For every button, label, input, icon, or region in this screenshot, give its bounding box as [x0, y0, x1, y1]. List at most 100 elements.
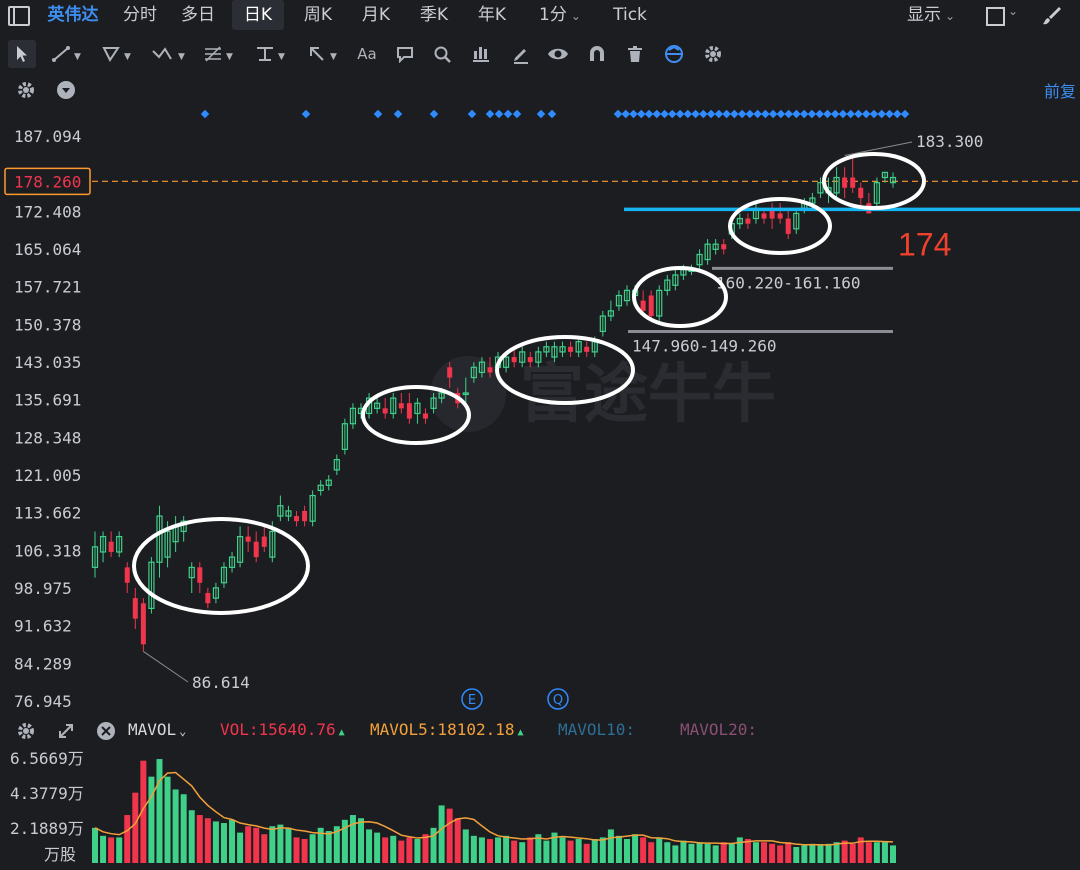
mavol20-value: MAVOL20:	[680, 720, 758, 739]
fib-tool-icon[interactable]: ▼	[198, 40, 238, 68]
display-menu[interactable]: 显示 ⌄	[894, 0, 968, 30]
tab-weekly-k[interactable]: 周K	[292, 0, 344, 30]
volume-bar	[704, 843, 711, 863]
gear-icon[interactable]	[700, 40, 726, 68]
event-marker	[683, 109, 693, 119]
magnet-icon[interactable]	[584, 40, 610, 68]
volume-bar	[736, 837, 743, 863]
tab-quarterly-k[interactable]: 季K	[408, 0, 460, 30]
event-badge-label: E	[468, 693, 476, 708]
event-marker	[613, 109, 623, 119]
expand-icon[interactable]	[56, 721, 76, 741]
tab-tick[interactable]: Tick	[604, 0, 656, 30]
collapse-icon[interactable]	[56, 80, 76, 100]
volume-unit-label: 万股	[44, 845, 76, 864]
event-marker	[854, 109, 863, 119]
drawing-toolbar: ▼ ▼ ▼ ▼ ▼ ▼ Aa	[0, 36, 1080, 72]
chevron-down-icon: ⌄	[570, 9, 581, 23]
volume-bar	[237, 832, 244, 863]
event-marker	[652, 109, 662, 119]
up-arrow-icon: ▲	[517, 727, 524, 738]
event-marker	[503, 109, 513, 119]
indicator-select[interactable]: MAVOL ⌄	[128, 720, 186, 739]
polygon-tool-icon[interactable]: ▼	[96, 40, 136, 68]
candle-body	[406, 403, 412, 419]
level-annotation: 174	[898, 226, 951, 262]
candle-body	[527, 357, 533, 363]
sync-icon[interactable]	[660, 40, 688, 68]
price-tick-label: 150.378	[14, 315, 81, 334]
stock-name[interactable]: 英伟达	[42, 0, 104, 30]
volume-bar	[881, 842, 888, 863]
volume-bar	[229, 819, 236, 863]
tab-multiday[interactable]: 多日	[172, 0, 224, 30]
mavol5-value: MAVOL5:18102.18 ▲	[370, 720, 524, 739]
close-icon[interactable]	[96, 721, 116, 741]
tab-1min[interactable]: 1分 ⌄	[528, 0, 592, 30]
kline-chart[interactable]: 富途牛牛 187.094 172.408 165.064 157.721 150.378 1…	[0, 104, 1080, 716]
mavol10-value: MAVOL10:	[558, 720, 636, 739]
volume-bar	[793, 847, 800, 863]
volume-bar	[543, 840, 550, 863]
price-tick-label: 91.632	[14, 617, 72, 636]
price-tick-label: 98.975	[14, 579, 72, 598]
layout-menu[interactable]: ⌄	[984, 4, 1024, 26]
volume-bar	[696, 842, 703, 863]
pen-icon[interactable]	[508, 40, 534, 68]
panel-toggle-icon[interactable]	[8, 6, 30, 26]
event-marker	[512, 109, 522, 119]
volume-bar	[414, 839, 421, 863]
event-marker	[877, 109, 886, 119]
text-tool-icon[interactable]: Aa	[352, 40, 382, 68]
event-marker	[675, 109, 685, 119]
tab-daily-k[interactable]: 日K	[232, 0, 284, 30]
volume-bar	[591, 839, 598, 863]
consolidation-circle	[632, 266, 728, 328]
horizontal-line-icon[interactable]: ▼	[250, 40, 290, 68]
candle-body	[785, 218, 791, 234]
wave-tool-icon[interactable]: ▼	[146, 40, 190, 68]
volume-bar	[495, 837, 502, 863]
high-price-label: 183.300	[916, 132, 983, 151]
candle-body	[858, 187, 864, 199]
price-tick-label: 76.945	[14, 692, 72, 711]
volume-bar	[164, 776, 171, 863]
search-icon[interactable]	[430, 40, 456, 68]
trash-icon[interactable]	[622, 40, 648, 68]
event-marker	[467, 109, 477, 119]
tab-yearly-k[interactable]: 年K	[466, 0, 518, 30]
volume-bar	[277, 824, 284, 863]
volume-bar	[188, 810, 195, 863]
candle-body	[108, 541, 114, 552]
event-marker	[637, 109, 646, 119]
price-tick-label: 187.094	[14, 127, 81, 146]
volume-bar	[245, 826, 252, 863]
tab-monthly-k[interactable]: 月K	[350, 0, 402, 30]
tab-intraday[interactable]: 分时	[114, 0, 166, 30]
candle-body	[447, 367, 453, 378]
volume-bar	[825, 843, 832, 863]
volume-bar	[478, 837, 485, 863]
volume-bar	[325, 831, 332, 863]
volume-bar	[607, 829, 614, 863]
gear-icon[interactable]	[16, 80, 36, 100]
adjustment-mode[interactable]: 前复	[1044, 78, 1080, 102]
comment-icon[interactable]	[392, 40, 418, 68]
line-tool-icon[interactable]: ▼	[46, 40, 86, 68]
cursor-icon[interactable]	[8, 40, 36, 68]
event-marker	[200, 109, 210, 119]
arrow-tool-icon[interactable]: ▼	[302, 40, 342, 68]
brush-icon[interactable]	[1040, 4, 1064, 28]
candle-body	[245, 536, 251, 542]
measure-icon[interactable]	[468, 40, 494, 68]
volume-bar	[148, 776, 155, 863]
volume-bar	[470, 835, 477, 863]
gear-icon[interactable]	[16, 721, 36, 741]
eye-icon[interactable]	[544, 40, 572, 68]
up-arrow-icon: ▲	[338, 727, 345, 738]
volume-bar	[382, 837, 389, 863]
price-tick-label: 157.721	[14, 278, 81, 297]
volume-bar	[664, 842, 671, 863]
event-marker	[730, 109, 739, 119]
volume-chart[interactable]: 6.5669万 4.3779万 2.1889万万股	[0, 748, 1080, 868]
